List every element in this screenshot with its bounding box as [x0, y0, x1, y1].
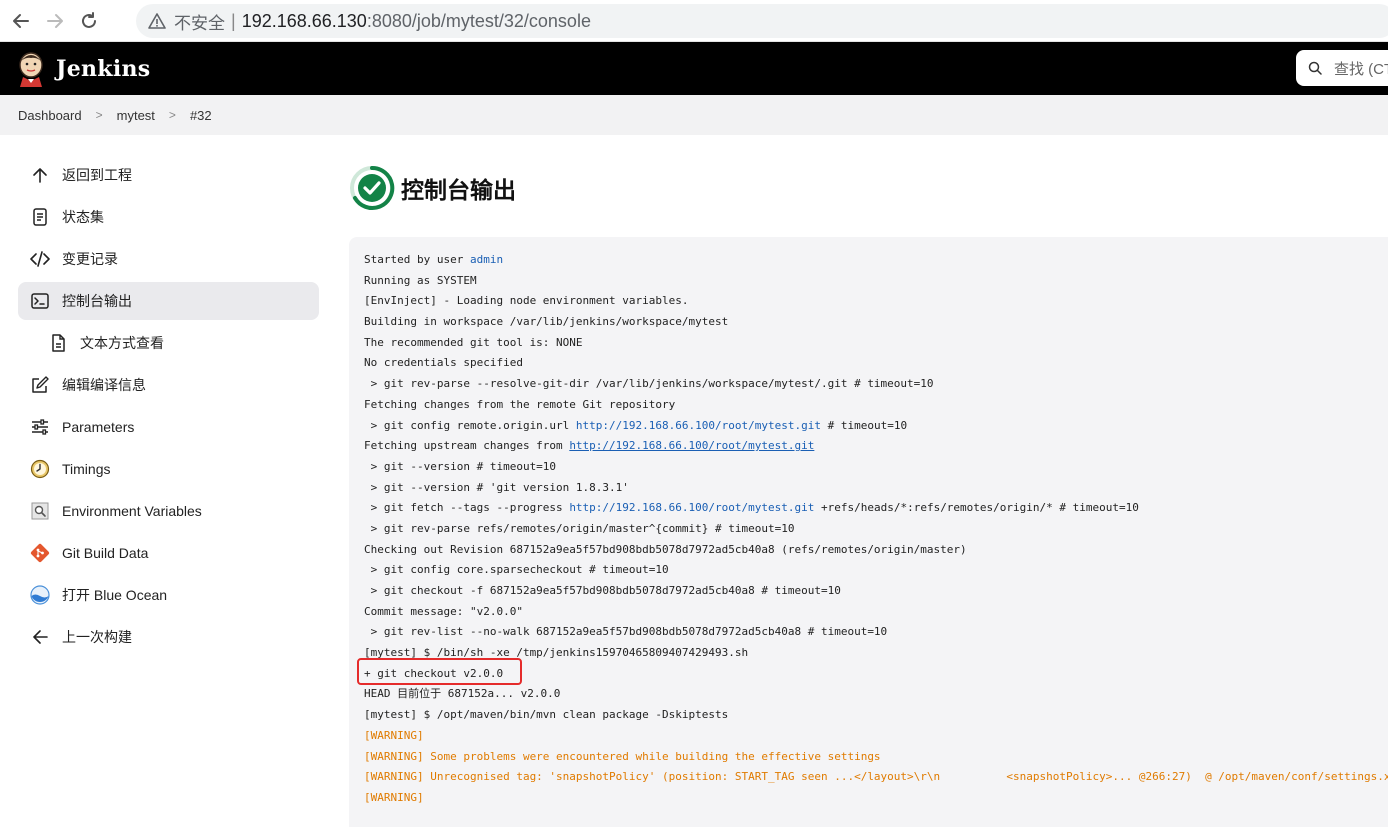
console-line: HEAD 目前位于 687152a... v2.0.0: [364, 687, 561, 701]
sidebar-item-edit-build-info[interactable]: 编辑编译信息: [18, 366, 319, 404]
jenkins-logo-icon[interactable]: [16, 51, 46, 87]
code-icon: [30, 249, 50, 269]
console-text: +refs/heads/*:refs/remotes/origin/* # ti…: [814, 501, 1139, 515]
sidebar-item-label: 返回到工程: [62, 167, 132, 183]
arrow-left-icon: [30, 627, 50, 647]
sidebar-item-label: 文本方式查看: [80, 335, 164, 351]
blue-ocean-icon: [30, 585, 50, 605]
page-title: 控制台输出: [401, 177, 516, 203]
console-text: > git config remote.origin.url: [364, 418, 576, 432]
repo-link[interactable]: http://192.168.66.100/root/mytest.git: [569, 501, 814, 514]
search-icon: [1308, 61, 1322, 75]
reload-icon[interactable]: [76, 8, 102, 34]
console-line: Started by user admin: [364, 250, 1388, 271]
console-line: > git --version # timeout=10: [364, 459, 557, 473]
breadcrumb-build[interactable]: #32: [190, 108, 212, 123]
success-check-icon: [350, 165, 395, 210]
edit-icon: [30, 375, 50, 395]
console-warning-line: [WARNING]: [364, 728, 424, 742]
search-input[interactable]: 查找 (CT: [1296, 50, 1388, 86]
document-icon: [30, 207, 50, 227]
sidebar-item-label: Timings: [62, 461, 111, 477]
console-line: Fetching changes from the remote Git rep…: [364, 397, 676, 411]
sidebar-item-parameters[interactable]: Parameters: [18, 408, 319, 446]
chevron-right-icon: >: [168, 108, 176, 122]
console-line: > git checkout -f 687152a9ea5f57bd908bdb…: [364, 584, 841, 597]
console-line: Running as SYSTEM: [364, 273, 477, 287]
console-line: > git rev-parse refs/remotes/origin/mast…: [364, 521, 795, 535]
breadcrumb-job[interactable]: mytest: [117, 108, 155, 123]
arrow-up-icon: [30, 165, 50, 185]
sidebar-item-timings[interactable]: Timings: [18, 450, 319, 488]
console-text: # timeout=10: [820, 418, 908, 432]
console-line: [mytest] $ /opt/maven/bin/mvn clean pack…: [364, 708, 729, 722]
sidebar-item-view-as-plain-text[interactable]: 文本方式查看: [18, 324, 319, 362]
sidebar-item-label: 编辑编译信息: [62, 377, 146, 393]
breadcrumb: Dashboard > mytest > #32: [0, 95, 1388, 135]
console-output[interactable]: Started by user admin Running as SYSTEM …: [349, 237, 1388, 827]
warning-icon[interactable]: [148, 12, 166, 30]
breadcrumb-dashboard[interactable]: Dashboard: [18, 108, 82, 123]
repo-link[interactable]: http://192.168.66.100/root/mytest.git: [569, 439, 814, 452]
clock-icon: [30, 459, 50, 479]
console-line: Checking out Revision 687152a9ea5f57bd90…: [364, 542, 967, 556]
sidebar-item-label: Parameters: [62, 419, 135, 435]
console-line: > git config core.sparsecheckout # timeo…: [364, 563, 669, 577]
sidebar-item-label: 变更记录: [62, 251, 118, 267]
console-text: > git fetch --tags --progress: [364, 501, 570, 515]
env-icon: [30, 501, 50, 521]
sidebar-item-status[interactable]: 状态集: [18, 198, 319, 236]
sidebar-item-previous-build[interactable]: 上一次构建: [18, 618, 319, 656]
annotation-highlight-box: [357, 658, 522, 685]
git-icon: [30, 543, 50, 563]
sidebar-item-label: 打开 Blue Ocean: [62, 587, 168, 603]
app-title[interactable]: Jenkins: [56, 56, 150, 82]
terminal-icon: [30, 291, 50, 311]
repo-link[interactable]: http://192.168.66.100/root/mytest.git: [576, 419, 821, 432]
console-line: > git fetch --tags --progress http://192…: [364, 498, 1388, 519]
sidebar-item-changes[interactable]: 变更记录: [18, 240, 319, 278]
console-line: > git config remote.origin.url http://19…: [364, 416, 1388, 437]
console-line: The recommended git tool is: NONE: [364, 335, 583, 349]
url-path: :8080/job/mytest/32/console: [366, 10, 591, 31]
sliders-icon: [30, 417, 50, 437]
sidebar-item-console-output[interactable]: 控制台输出: [18, 282, 319, 320]
sidebar: 返回到工程 状态集 变更记录 控制台输出 文本方式查看 编辑编译信息 Param…: [18, 156, 319, 660]
file-icon: [48, 333, 68, 353]
console-warning-line: [WARNING] Some problems were encountered…: [364, 749, 881, 763]
search-placeholder: 查找 (CT: [1334, 60, 1388, 78]
sidebar-item-label: Environment Variables: [62, 503, 202, 519]
sidebar-item-label: 状态集: [62, 209, 104, 225]
url-separator: |: [231, 10, 236, 31]
console-line: > git rev-list --no-walk 687152a9ea5f57b…: [364, 625, 888, 639]
back-arrow-icon[interactable]: [8, 8, 34, 34]
console-line: Fetching upstream changes from http://19…: [364, 436, 1388, 457]
console-line: Commit message: "v2.0.0": [364, 604, 523, 618]
sidebar-item-label: Git Build Data: [62, 545, 149, 561]
address-bar[interactable]: 不安全 | 192.168.66.130:8080/job/mytest/32/…: [136, 4, 1388, 38]
sidebar-item-git-build-data[interactable]: Git Build Data: [18, 534, 319, 572]
user-link[interactable]: admin: [470, 253, 503, 266]
console-line: > git rev-parse --resolve-git-dir /var/l…: [364, 377, 934, 391]
sidebar-item-label: 上一次构建: [62, 629, 132, 645]
jenkins-header: Jenkins 查找 (CT: [0, 42, 1388, 95]
chevron-right-icon: >: [95, 108, 103, 122]
browser-toolbar: 不安全 | 192.168.66.130:8080/job/mytest/32/…: [0, 0, 1388, 42]
console-text: Started by user: [364, 253, 470, 266]
console-warning-line: [WARNING]: [364, 790, 424, 804]
sidebar-item-environment-variables[interactable]: Environment Variables: [18, 492, 319, 530]
console-line: No credentials specified: [364, 356, 523, 370]
console-text: Fetching upstream changes from: [364, 439, 570, 453]
console-line: Building in workspace /var/lib/jenkins/w…: [364, 315, 729, 329]
security-label[interactable]: 不安全: [174, 9, 225, 34]
console-line: [EnvInject] - Loading node environment v…: [364, 294, 689, 308]
console-warning-line: [WARNING] Unrecognised tag: 'snapshotPol…: [364, 770, 1388, 784]
sidebar-item-open-blue-ocean[interactable]: 打开 Blue Ocean: [18, 576, 319, 614]
console-line: > git --version # 'git version 1.8.3.1': [364, 480, 629, 494]
url-host: 192.168.66.130: [241, 10, 367, 31]
sidebar-item-label: 控制台输出: [62, 293, 132, 309]
forward-arrow-icon[interactable]: [42, 8, 68, 34]
sidebar-item-back-to-project[interactable]: 返回到工程: [18, 156, 319, 194]
page-header: 控制台输出: [349, 165, 516, 211]
